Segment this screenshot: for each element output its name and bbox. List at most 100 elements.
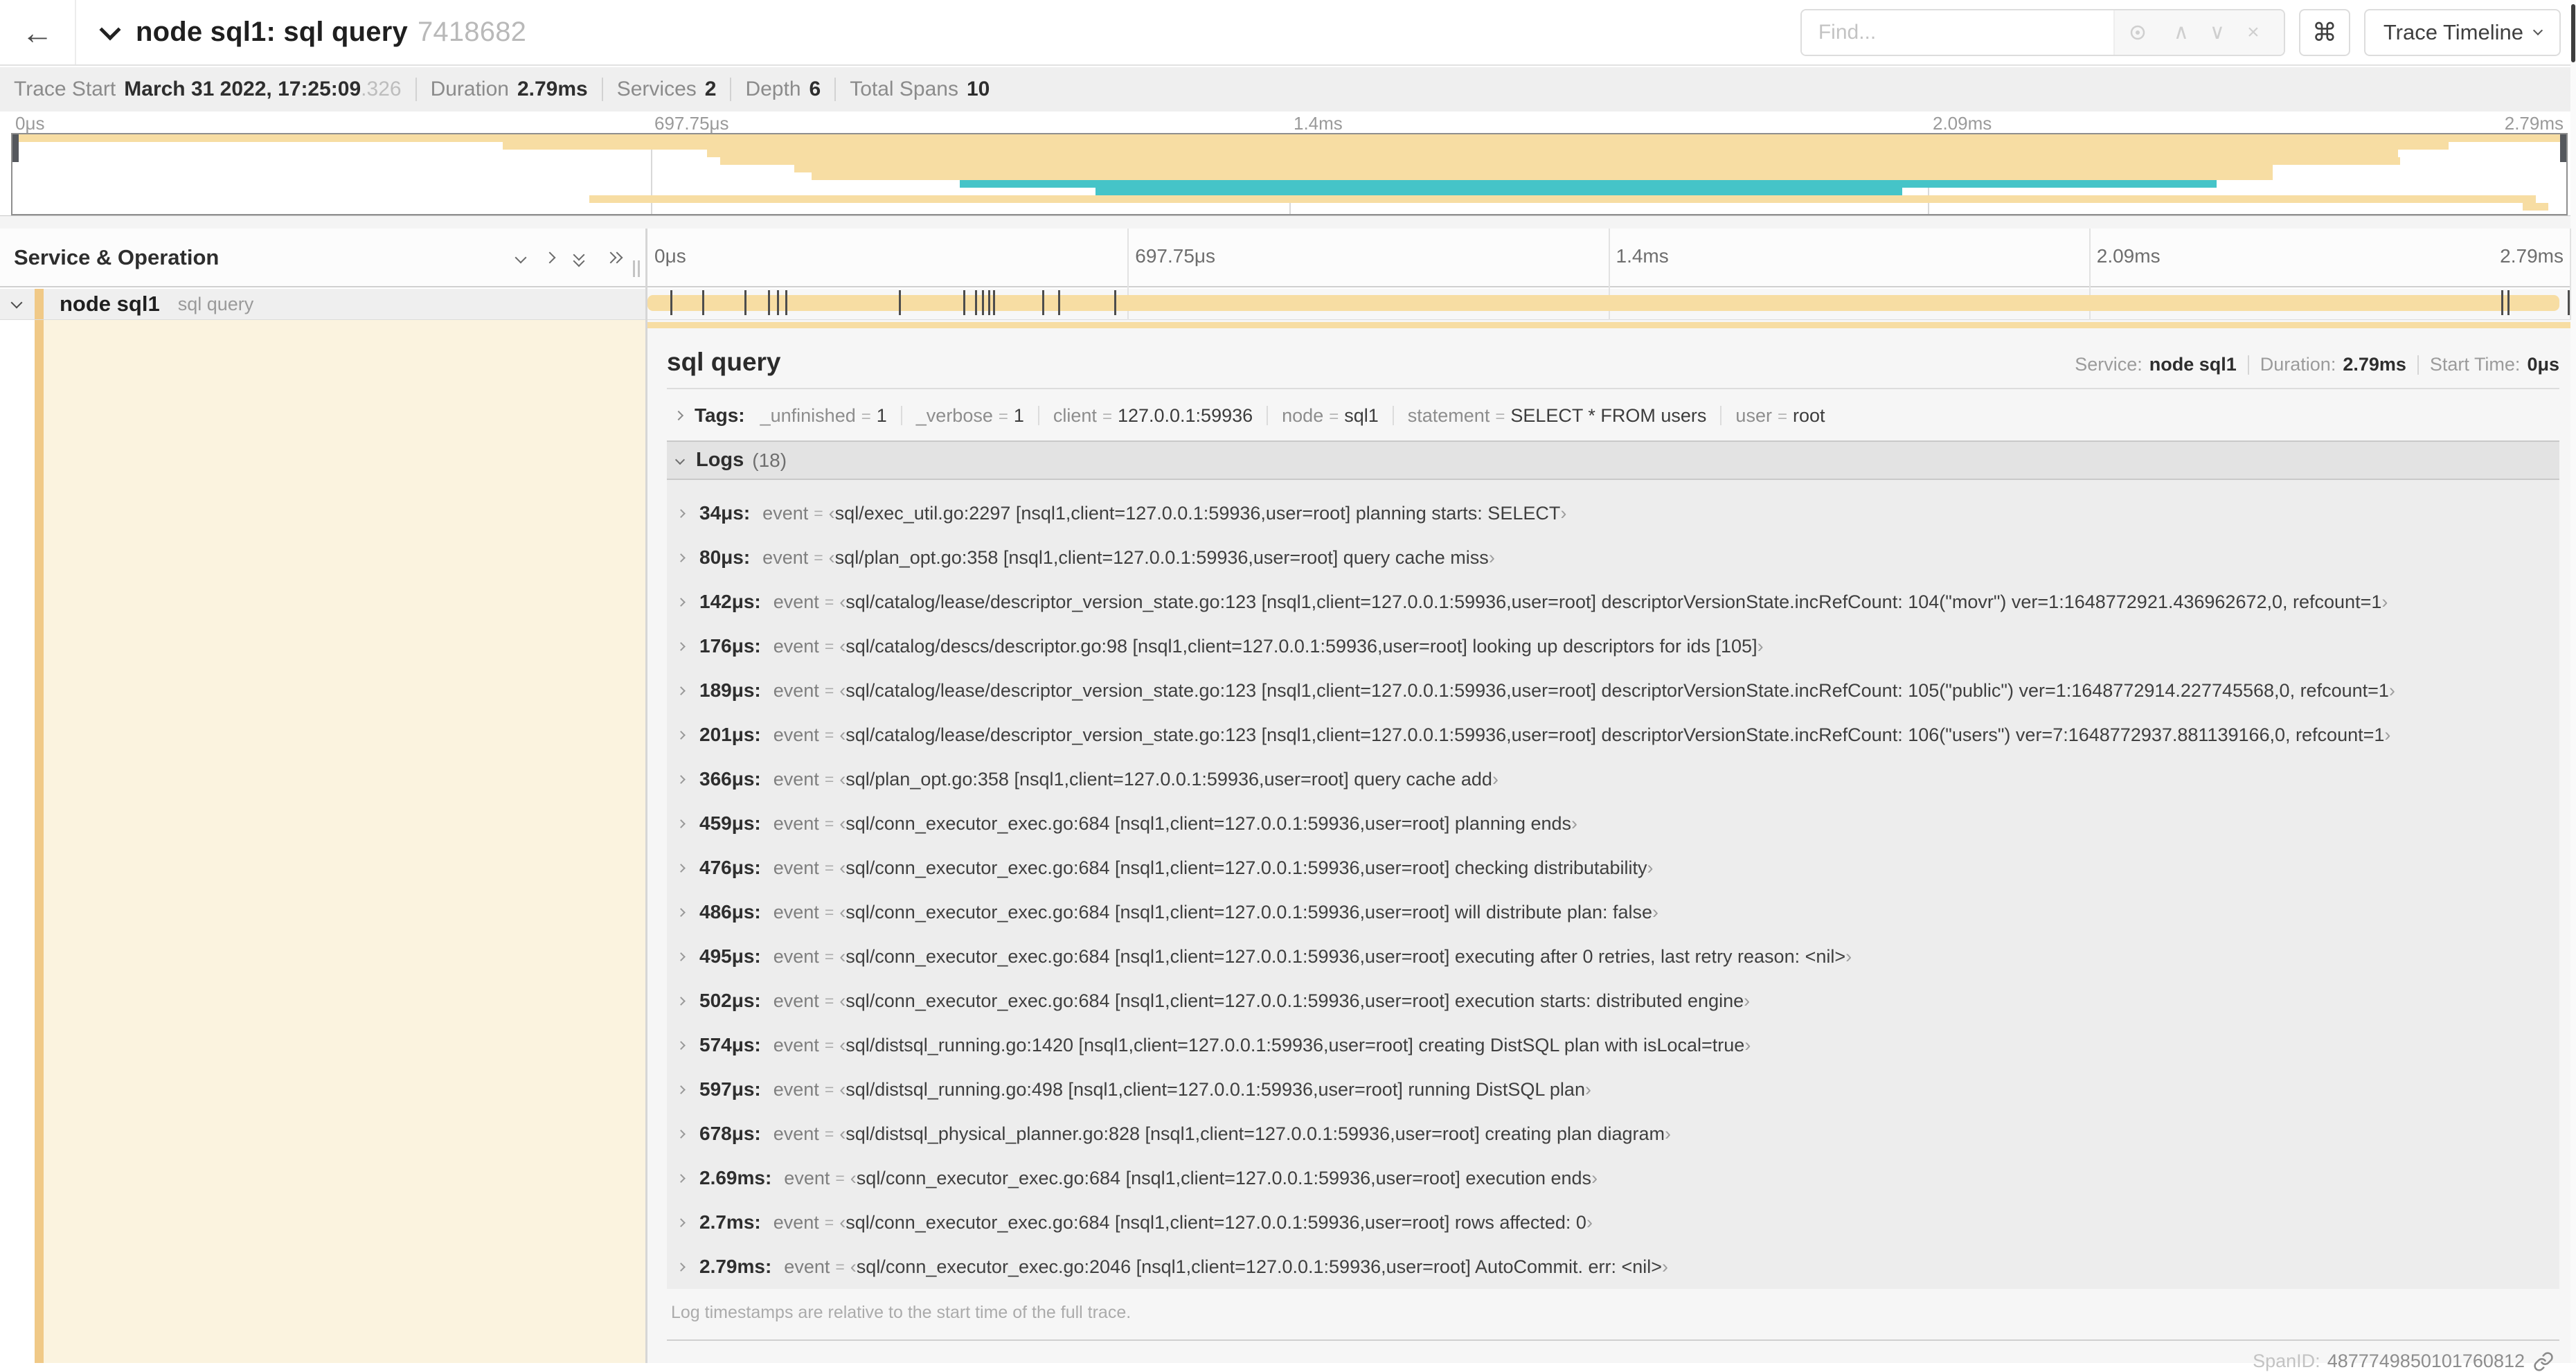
log-equals: =	[824, 902, 834, 921]
tag-item[interactable]: statement = SELECT * FROM users	[1379, 405, 1707, 427]
back-button[interactable]: ←	[0, 0, 76, 64]
summary-item-value: March 31 2022, 17:25:09	[124, 78, 361, 100]
log-row[interactable]: 2.7ms: event = ‹ sql/conn_executor_exec.go:6…	[667, 1200, 2559, 1245]
expand-all-icon[interactable]	[605, 251, 623, 265]
summary-item: Trace Start March 31 2022, 17:25:09.326	[14, 78, 402, 101]
span-color-accent	[35, 320, 44, 1363]
tag-item[interactable]: _unfinished = 1	[760, 405, 887, 427]
detail-divider	[667, 388, 2559, 389]
log-row[interactable]: 2.69ms: event = ‹ sql/conn_executor_exec.go:…	[667, 1156, 2559, 1200]
collapse-trace-chevron-icon[interactable]	[99, 18, 121, 41]
log-row[interactable]: 574μs: event = ‹ sql/distsql_running.go:1420…	[667, 1023, 2559, 1067]
log-value: sql/conn_executor_exec.go:2046 [nsql1,cl…	[856, 1256, 1663, 1277]
log-expand-chevron-icon	[677, 597, 686, 607]
trace-title-group[interactable]: node sql1: sql query 7418682	[99, 17, 527, 48]
clear-find-icon[interactable]: ×	[2235, 21, 2271, 44]
log-quote-open: ‹	[839, 945, 846, 967]
tag-item[interactable]: user = root	[1706, 405, 1825, 427]
trace-id: 7418682	[417, 17, 527, 47]
summary-item-value: 2.79ms	[517, 78, 588, 100]
log-row[interactable]: 678μs: event = ‹ sql/distsql_physical_planne…	[667, 1112, 2559, 1156]
tick-label: 1.4ms	[1294, 113, 1343, 134]
timeline-column-header: Service & Operation 0μs 697.75μs 1.4ms 2.09…	[0, 229, 2570, 287]
span-color-accent	[35, 289, 44, 319]
logs-header[interactable]: Logs (18)	[667, 442, 2559, 480]
log-timestamp: 2.69ms:	[699, 1167, 772, 1188]
log-field-name: event	[773, 1123, 819, 1144]
logs-rows: 34μs: event = ‹ sql/exec_util.go:2297 [nsql1…	[667, 480, 2559, 1289]
page-scrollbar[interactable]	[2570, 0, 2576, 1363]
timeline-tick-header: 0μs 697.75μs 1.4ms 2.09ms 2.79ms	[647, 229, 2570, 286]
log-row[interactable]: 366μs: event = ‹ sql/plan_opt.go:358 [nsql1,…	[667, 757, 2559, 801]
deep-link-icon[interactable]	[2533, 1351, 2554, 1372]
log-row[interactable]: 80μs: event = ‹ sql/plan_opt.go:358 [nsql1,c…	[667, 535, 2559, 580]
log-row[interactable]: 476μs: event = ‹ sql/conn_executor_exec.go:6…	[667, 846, 2559, 890]
span-log-tick	[981, 290, 984, 315]
summary-item-label: Depth	[745, 78, 801, 100]
log-expand-chevron-icon	[677, 996, 686, 1006]
log-expand-chevron-icon	[677, 508, 686, 518]
keyboard-shortcuts-button[interactable]: ⌘	[2298, 8, 2350, 56]
log-equals: =	[814, 548, 823, 567]
tag-equals: =	[861, 407, 871, 426]
span-collapse-chevron-icon[interactable]	[10, 296, 23, 309]
log-equals: =	[824, 814, 834, 832]
summary-item-value: 10	[966, 78, 990, 100]
span-bar-cell[interactable]	[647, 289, 2570, 320]
span-duration-bar[interactable]	[647, 295, 2559, 311]
log-row[interactable]: 486μs: event = ‹ sql/conn_executor_exec.go:6…	[667, 890, 2559, 934]
log-row[interactable]: 189μs: event = ‹ sql/catalog/lease/descripto…	[667, 668, 2559, 713]
log-quote-close: ›	[1757, 635, 1764, 657]
log-quote-close: ›	[1591, 1167, 1598, 1188]
log-row[interactable]: 597μs: event = ‹ sql/distsql_running.go:498 …	[667, 1067, 2559, 1112]
log-row[interactable]: 34μs: event = ‹ sql/exec_util.go:2297 [nsql1…	[667, 491, 2559, 535]
collapse-one-icon[interactable]	[515, 251, 527, 263]
log-value: sql/distsql_physical_planner.go:828 [nsq…	[846, 1123, 1665, 1144]
log-equals: =	[824, 947, 834, 965]
expand-one-icon[interactable]	[544, 251, 556, 263]
tag-item[interactable]: node = sql1	[1253, 405, 1379, 427]
log-row[interactable]: 2.79ms: event = ‹ sql/conn_executor_exec.go:…	[667, 1245, 2559, 1289]
span-detail-row: sql query Service: node sql1 Duration: 2.79…	[0, 320, 2570, 1371]
collapse-all-icon[interactable]	[573, 249, 586, 267]
log-timestamp: 502μs:	[699, 990, 761, 1011]
tags-expand-chevron-icon	[673, 410, 684, 421]
log-expand-chevron-icon	[677, 641, 686, 651]
trace-minimap[interactable]	[11, 133, 2568, 215]
detail-meta-item: Start Time: 0μs	[2406, 354, 2559, 375]
column-resizer-grip[interactable]	[633, 260, 640, 277]
next-match-icon[interactable]: ∨	[2199, 20, 2235, 44]
detail-meta: Service: node sql1 Duration: 2.79ms Start Ti…	[2075, 354, 2559, 375]
summary-item: Services 2	[588, 78, 717, 101]
log-row[interactable]: 502μs: event = ‹ sql/conn_executor_exec.go:6…	[667, 979, 2559, 1023]
tags-row[interactable]: Tags: _unfinished = 1 _verbose = 1 client = 127.…	[667, 404, 2559, 427]
detail-operation-name: sql query	[667, 348, 781, 376]
summary-item: Total Spans 10	[821, 78, 990, 101]
trace-view-selector[interactable]: Trace Timeline	[2363, 8, 2561, 56]
span-detail-content: sql query Service: node sql1 Duration: 2.79…	[667, 328, 2559, 1371]
span-name-cell[interactable]: node sql1 sql query	[0, 289, 645, 320]
tag-item[interactable]: _verbose = 1	[887, 405, 1024, 427]
tag-item[interactable]: client = 127.0.0.1:59936	[1024, 405, 1253, 427]
log-row[interactable]: 495μs: event = ‹ sql/conn_executor_exec.go:6…	[667, 934, 2559, 979]
log-row[interactable]: 201μs: event = ‹ sql/catalog/lease/descripto…	[667, 713, 2559, 757]
column-divider[interactable]	[645, 229, 647, 1363]
log-timestamp: 459μs:	[699, 812, 761, 834]
span-log-tick	[1113, 290, 1116, 315]
scrollbar-thumb[interactable]	[2571, 4, 2575, 62]
log-row[interactable]: 142μs: event = ‹ sql/catalog/lease/descripto…	[667, 580, 2559, 624]
tag-equals: =	[998, 407, 1008, 426]
log-row[interactable]: 176μs: event = ‹ sql/catalog/descs/descripto…	[667, 624, 2559, 668]
trace-summary-bar: Trace Start March 31 2022, 17:25:09.326 Du…	[0, 67, 2576, 112]
minimap-span-bar	[1095, 188, 1903, 195]
span-log-tick	[777, 290, 779, 315]
log-row[interactable]: 459μs: event = ‹ sql/conn_executor_exec.go:6…	[667, 801, 2559, 846]
log-timestamp: 574μs:	[699, 1034, 761, 1055]
service-operation-label: Service & Operation	[14, 244, 220, 269]
focus-match-icon[interactable]	[2127, 22, 2163, 43]
prev-match-icon[interactable]: ∧	[2163, 20, 2199, 44]
find-input[interactable]	[1801, 10, 2113, 55]
logs-footnote: Log timestamps are relative to the start…	[671, 1303, 1132, 1322]
minimap-left-scrubber[interactable]	[12, 134, 19, 162]
minimap-right-scrubber[interactable]	[2560, 134, 2566, 162]
